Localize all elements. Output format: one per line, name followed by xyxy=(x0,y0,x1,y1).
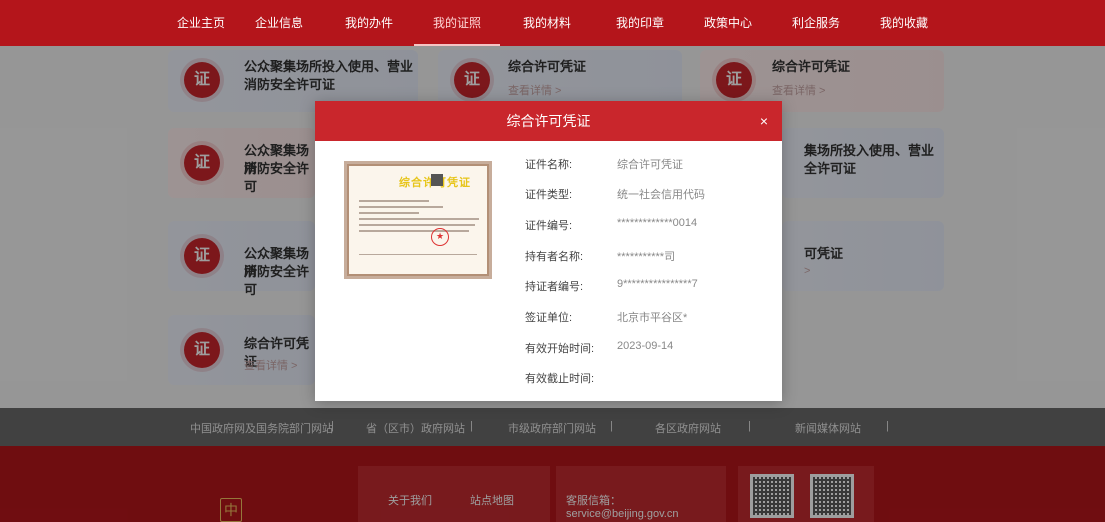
nav-item-my-favorites[interactable]: 我的收藏 xyxy=(862,0,946,46)
close-icon[interactable]: × xyxy=(760,101,768,141)
nav-item-my-cases[interactable]: 我的办件 xyxy=(324,0,414,46)
field-label: 有效开始时间: xyxy=(525,343,595,355)
field-value: 综合许可凭证 xyxy=(617,159,683,171)
nav-item-enterprise-services[interactable]: 利企服务 xyxy=(770,0,862,46)
nav-item-my-licenses[interactable]: 我的证照 xyxy=(414,0,500,46)
modal-title: 综合许可凭证 xyxy=(506,113,591,129)
field-label: 证件编号: xyxy=(525,220,573,232)
modal-header: 综合许可凭证 × xyxy=(315,101,782,141)
field-label: 证件名称: xyxy=(525,159,573,171)
field-label: 证件类型: xyxy=(525,189,573,201)
nav-item-my-seals[interactable]: 我的印章 xyxy=(594,0,686,46)
field-row: 证件类型: 统一社会信用代码 xyxy=(525,186,765,202)
field-row: 持证者编号: 9****************7 xyxy=(525,278,765,294)
field-row: 持有者名称: ***********司 xyxy=(525,248,765,264)
nav-item-home[interactable]: 企业主页 xyxy=(168,0,234,46)
license-detail-modal: 综合许可凭证 × 综合许可凭证 ★ 证件名称: 综合许可凭证 证件类型: 统一社… xyxy=(315,101,782,401)
top-nav: 企业主页 企业信息 我的办件 我的证照 我的材料 我的印章 政策中心 利企服务 … xyxy=(0,0,1105,46)
field-row: 签证单位: 北京市平谷区* xyxy=(525,309,765,325)
field-value: ***********司 xyxy=(617,251,676,263)
field-label: 持证者编号: xyxy=(525,281,584,293)
certificate-image[interactable]: 综合许可凭证 ★ xyxy=(344,161,492,279)
official-seal-icon: ★ xyxy=(431,228,449,246)
nav-item-policy-center[interactable]: 政策中心 xyxy=(686,0,770,46)
nav-item-my-materials[interactable]: 我的材料 xyxy=(500,0,594,46)
nav-item-enterprise-info[interactable]: 企业信息 xyxy=(234,0,324,46)
field-row: 有效开始时间: 2023-09-14 xyxy=(525,340,765,356)
certificate-qr-icon xyxy=(431,174,443,186)
field-value: 2023-09-14 xyxy=(617,340,674,352)
field-label: 持有者名称: xyxy=(525,251,584,263)
field-row: 有效截止时间: xyxy=(525,370,765,386)
field-value: 统一社会信用代码 xyxy=(617,189,705,201)
field-label: 有效截止时间: xyxy=(525,373,595,385)
field-row: 证件编号: *************0014 xyxy=(525,217,765,233)
field-label: 签证单位: xyxy=(525,312,573,324)
field-row: 证件名称: 综合许可凭证 xyxy=(525,156,765,172)
field-value: 9****************7 xyxy=(617,278,698,290)
field-value: 北京市平谷区* xyxy=(617,312,688,324)
field-value: *************0014 xyxy=(617,217,698,229)
